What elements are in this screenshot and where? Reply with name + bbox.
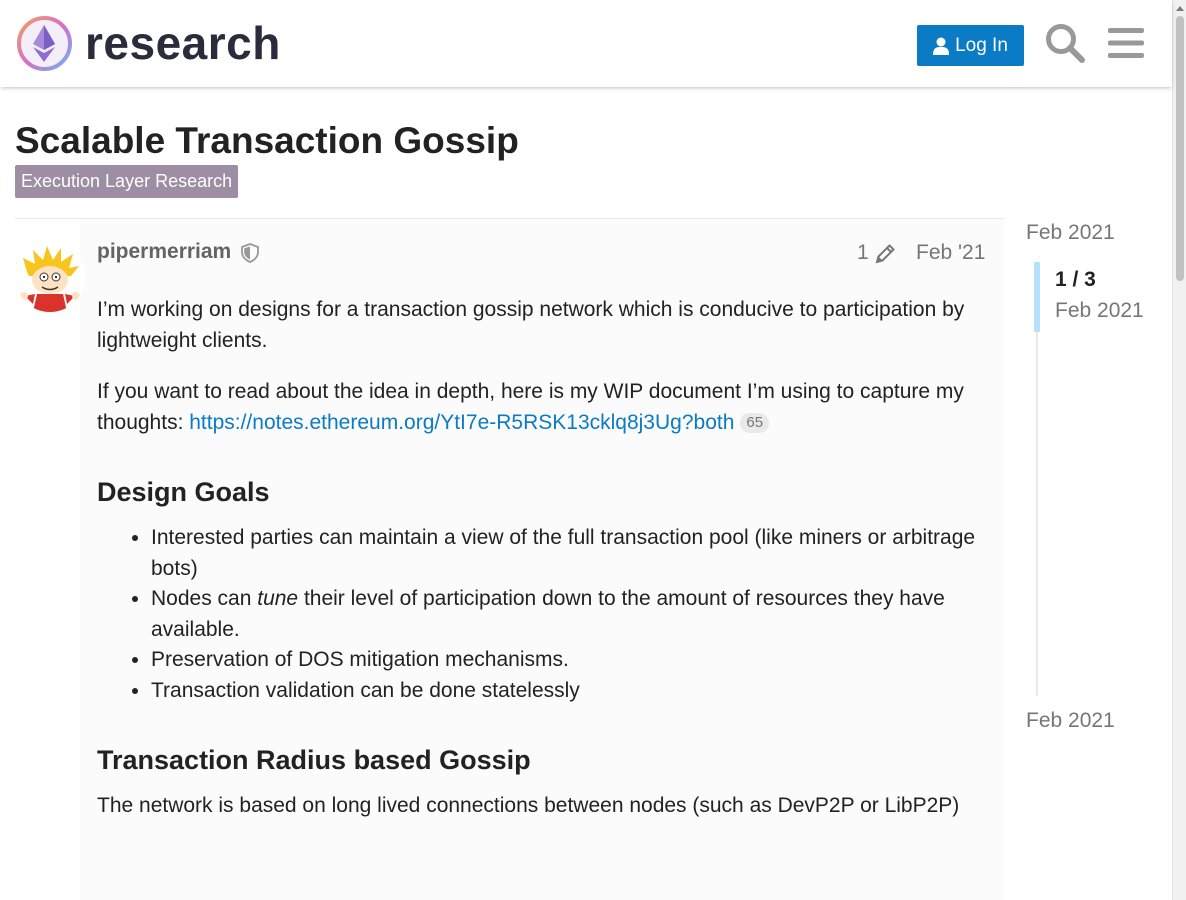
- site-logo[interactable]: research: [16, 15, 281, 72]
- radius-gossip-paragraph: The network is based on long lived conne…: [97, 794, 960, 817]
- hamburger-menu-icon[interactable]: [1108, 26, 1144, 60]
- edit-count[interactable]: 1: [857, 241, 869, 265]
- login-button[interactable]: Log In: [917, 25, 1024, 66]
- read-more-paragraph: If you want to read about the idea in de…: [97, 377, 982, 438]
- shield-icon: [241, 243, 259, 263]
- radius-gossip-heading: Transaction Radius based Gossip: [97, 745, 531, 775]
- intro-paragraph: I’m working on designs for a transaction…: [97, 298, 965, 352]
- timeline-position: 1 / 3: [1055, 268, 1096, 291]
- list-item: Nodes can tune their level of participat…: [151, 584, 982, 645]
- design-goals-heading: Design Goals: [97, 477, 270, 507]
- emphasis-text: tune: [257, 587, 299, 610]
- post-date[interactable]: Feb '21: [916, 241, 985, 265]
- list-item: Interested parties can maintain a view o…: [151, 523, 982, 584]
- post-content: I’m working on designs for a transaction…: [97, 295, 982, 843]
- page-scrollbar[interactable]: [1172, 0, 1186, 900]
- pencil-icon[interactable]: [874, 243, 896, 265]
- search-icon[interactable]: [1044, 22, 1086, 64]
- wip-document-link[interactable]: https://notes.ethereum.org/YtI7e-R5RSK13…: [189, 411, 734, 434]
- timeline-position-date: Feb 2021: [1055, 299, 1144, 322]
- scrollbar-thumb[interactable]: [1176, 16, 1184, 281]
- timeline-end-date[interactable]: Feb 2021: [1026, 709, 1115, 733]
- login-button-label: Log In: [955, 34, 1008, 56]
- link-click-count-badge: 65: [740, 412, 770, 433]
- logo-wordmark: research: [85, 17, 281, 69]
- category-badge[interactable]: Execution Layer Research: [15, 165, 239, 198]
- timeline-handle[interactable]: [1034, 262, 1040, 332]
- user-icon: [933, 37, 950, 55]
- site-header: research Log In: [0, 0, 1172, 87]
- timeline-start-date[interactable]: Feb 2021: [1026, 221, 1115, 245]
- user-avatar-image: [15, 242, 85, 312]
- avatar[interactable]: [15, 242, 85, 312]
- list-item-text: Nodes can: [151, 587, 258, 610]
- post-username[interactable]: pipermerriam: [97, 240, 231, 264]
- topic-title[interactable]: Scalable Transaction Gossip: [15, 120, 519, 162]
- list-item: Transaction validation can be done state…: [151, 676, 982, 707]
- design-goals-list: Interested parties can maintain a view o…: [151, 523, 982, 706]
- list-item: Preservation of DOS mitigation mechanism…: [151, 645, 982, 676]
- ethereum-research-logo-icon: [17, 16, 72, 71]
- scroll-up-arrow-icon[interactable]: [1176, 6, 1184, 11]
